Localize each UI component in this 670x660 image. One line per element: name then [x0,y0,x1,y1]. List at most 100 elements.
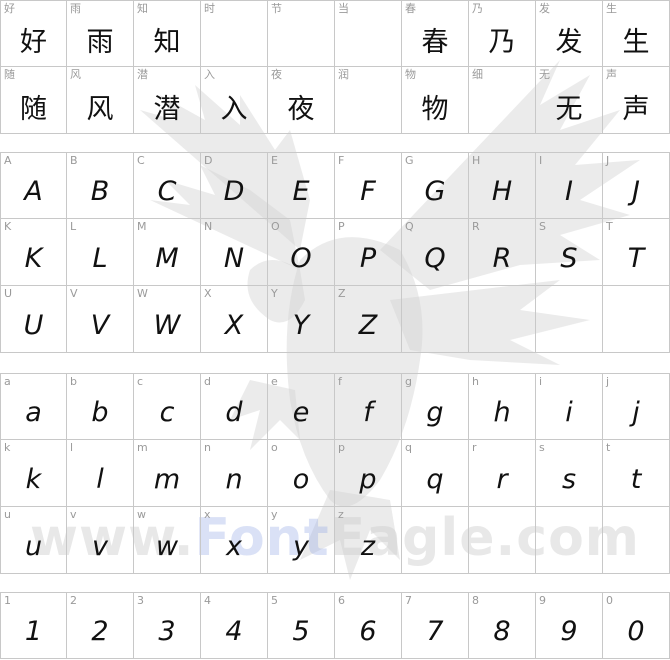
sample-glyph: 7 [426,616,444,647]
glyph-cell: EE [268,152,335,219]
reference-char: 随 [4,68,15,81]
glyph-cell: GG [402,152,469,219]
reference-char: O [271,220,280,233]
chinese-sample-grid: 好好雨雨知知时节当春春乃乃发发生生随随风风潜潜入入夜夜润物物细无无声声 [0,0,670,134]
glyph-cell [603,507,670,574]
glyph-cell: 00 [603,592,670,659]
sample-glyph: 乃 [488,27,516,58]
sample-glyph: D [223,176,245,207]
reference-char: 细 [472,68,483,81]
glyph-cell: bb [67,373,134,440]
sample-glyph: 无 [555,93,583,125]
glyph-cell: aa [0,373,67,440]
reference-char: c [137,375,144,388]
glyph-cell: 无无 [536,67,603,134]
reference-char: 春 [405,2,416,15]
glyph-cell: 物物 [402,67,469,134]
glyph-cell: pp [335,440,402,507]
reference-char: 1 [4,594,11,607]
sample-glyph: 8 [493,616,511,647]
reference-char: K [4,220,12,233]
glyph-cell [536,286,603,353]
sample-glyph: C [157,176,177,207]
sample-glyph: I [565,176,573,207]
glyph-cell: nn [201,440,268,507]
reference-char: o [271,441,278,454]
glyph-cell: RR [469,219,536,286]
glyph-cell: gg [402,373,469,440]
sample-glyph: 4 [225,616,243,647]
glyph-cell: 春春 [402,0,469,67]
sample-glyph: i [565,397,573,428]
glyph-cell: 润 [335,67,402,134]
glyph-cell: 33 [134,592,201,659]
reference-char: 潜 [137,68,148,81]
reference-char: 入 [204,68,215,81]
reference-char: t [606,441,611,454]
glyph-cell: rr [469,440,536,507]
reference-char: m [137,441,148,454]
glyph-cell: 当 [335,0,402,67]
sample-glyph: 3 [158,616,176,647]
sample-glyph: 春 [421,27,449,58]
reference-char: s [539,441,545,454]
glyph-cell: 88 [469,592,536,659]
glyph-cell: UU [0,286,67,353]
sample-glyph: T [627,242,645,274]
sample-glyph: 生 [622,27,650,58]
reference-char: E [271,154,278,167]
sample-glyph: y [293,530,309,562]
reference-char: 0 [606,594,613,607]
sample-glyph: h [493,397,511,428]
sample-glyph: u [24,530,43,562]
sample-glyph: 发 [555,27,583,58]
glyph-cell: yy [268,507,335,574]
glyph-cell: 66 [335,592,402,659]
glyph-cell: mm [134,440,201,507]
reference-char: 夜 [271,68,282,81]
glyph-cell: 风风 [67,67,134,134]
glyph-cell [603,286,670,353]
reference-char: 知 [137,2,148,15]
sample-glyph: z [360,530,376,562]
reference-char: h [472,375,479,388]
glyph-cell: 生生 [603,0,670,67]
reference-char: D [204,154,213,167]
glyph-cell: qq [402,440,469,507]
glyph-cell: 随随 [0,67,67,134]
sample-glyph: t [630,463,642,495]
glyph-cell: tt [603,440,670,507]
sample-glyph [335,15,401,64]
sample-glyph: 声 [622,93,650,125]
sample-glyph: 0 [627,616,645,647]
glyph-cell: II [536,152,603,219]
glyph-cell: 雨雨 [67,0,134,67]
reference-char: 乃 [472,2,483,15]
sample-glyph [469,300,535,350]
sample-glyph: 随 [20,93,47,125]
glyph-cell: kk [0,440,67,507]
reference-char: Y [271,287,278,300]
reference-char: N [204,220,213,233]
sample-glyph: 风 [86,93,114,125]
sample-glyph [469,81,535,131]
glyph-cell: AA [0,152,67,219]
sample-glyph: n [225,463,243,495]
reference-char: w [137,508,146,521]
glyph-cell: ww [134,507,201,574]
sample-glyph: e [292,397,310,428]
sample-glyph [536,300,602,350]
reference-char: y [271,508,278,521]
glyph-cell: jj [603,373,670,440]
sample-glyph: Q [424,242,446,274]
reference-char: 9 [539,594,546,607]
sample-glyph: s [561,463,577,495]
glyph-cell: DD [201,152,268,219]
reference-char: z [338,508,344,521]
sample-glyph: R [492,242,512,274]
glyph-cell: FF [335,152,402,219]
sample-glyph: l [96,463,104,495]
reference-char: i [539,375,543,388]
glyph-cell [469,286,536,353]
reference-char: r [472,441,477,454]
